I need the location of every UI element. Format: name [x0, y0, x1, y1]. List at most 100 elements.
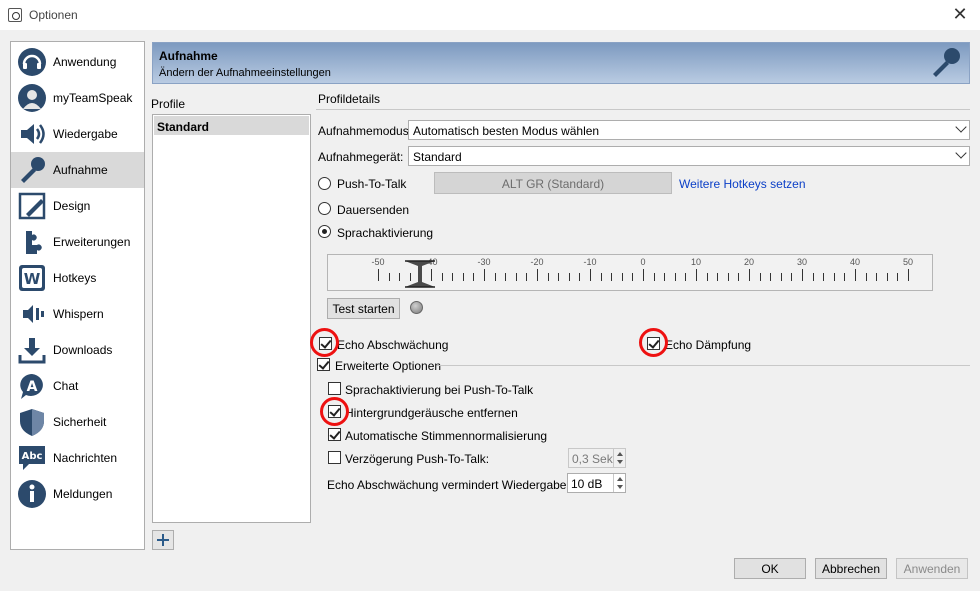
- meter-tick: [664, 273, 666, 281]
- meter-tick: [706, 273, 708, 281]
- meter-tick: [780, 273, 782, 281]
- close-icon[interactable]: ✕: [950, 4, 970, 25]
- sidebar-item-label: Nachrichten: [53, 451, 118, 465]
- add-profile-button[interactable]: [152, 530, 174, 550]
- highlight-ring: [310, 328, 339, 357]
- app-settings-icon: [8, 8, 22, 22]
- chat-icon: A: [20, 374, 43, 399]
- sidebar-item-aufnahme[interactable]: Aufnahme: [11, 152, 144, 188]
- sidebar-item-label: Chat: [53, 379, 79, 393]
- sidebar-item-myteamspeak[interactable]: myTeamSpeak: [11, 80, 144, 116]
- advanced-options-checkbox[interactable]: [317, 358, 330, 371]
- sidebar-item-label: Downloads: [53, 343, 113, 357]
- speaker-icon: [21, 124, 45, 144]
- meter-tick: [696, 269, 697, 281]
- voice-on-ptt-checkbox[interactable]: [328, 382, 341, 395]
- recording-mode-value: Automatisch besten Modus wählen: [413, 124, 600, 138]
- recording-device-label: Aufnahmegerät:: [318, 150, 404, 164]
- shield-icon: [20, 409, 44, 436]
- normalize-checkbox[interactable]: [328, 428, 341, 441]
- more-hotkeys-link[interactable]: Weitere Hotkeys setzen: [679, 177, 806, 191]
- ok-button[interactable]: OK: [734, 558, 806, 579]
- meter-tick: [770, 273, 772, 281]
- echo-reduce-spinbox[interactable]: 10 dB: [567, 473, 626, 493]
- profile-details-label: Profildetails: [318, 92, 381, 106]
- meter-tick: [886, 273, 888, 281]
- push-to-talk-radio[interactable]: [318, 177, 331, 190]
- microphone-icon: [21, 157, 45, 183]
- sidebar-item-label: Anwendung: [53, 55, 117, 69]
- meter-tick-label: -30: [477, 257, 491, 267]
- download-icon: [18, 338, 46, 364]
- sidebar-item-erweiterungen[interactable]: Erweiterungen: [11, 224, 144, 260]
- threshold-slider-handle[interactable]: [402, 257, 438, 291]
- meter-tick: [378, 269, 379, 281]
- meter-tick: [462, 273, 464, 281]
- svg-text:Abc: Abc: [22, 451, 43, 462]
- highlight-ring: [639, 328, 668, 357]
- ptt-delay-label: Verzögerung Push-To-Talk:: [345, 452, 490, 466]
- sidebar-item-hotkeys[interactable]: W Hotkeys: [11, 260, 144, 296]
- meter-tick-label: 30: [796, 257, 808, 267]
- recording-device-select[interactable]: Standard: [408, 146, 970, 166]
- advanced-options-label: Erweiterte Optionen: [335, 359, 442, 373]
- list-item[interactable]: Standard: [154, 116, 309, 135]
- sidebar-item-anwendung[interactable]: Anwendung: [11, 44, 144, 80]
- meter-tick: [526, 273, 528, 281]
- meter-tick: [643, 269, 644, 281]
- chevron-down-icon: [955, 121, 967, 133]
- voice-activation-radio[interactable]: [318, 225, 331, 238]
- sidebar-item-design[interactable]: Design: [11, 188, 144, 224]
- sidebar-item-wiedergabe[interactable]: Wiedergabe: [11, 116, 144, 152]
- headset-icon: [18, 48, 46, 76]
- meter-tick-label: -10: [583, 257, 597, 267]
- recording-mode-select[interactable]: Automatisch besten Modus wählen: [408, 120, 970, 140]
- sidebar-item-chat[interactable]: A Chat: [11, 368, 144, 404]
- profiles-list[interactable]: Standard: [152, 114, 311, 523]
- meter-tick: [399, 273, 401, 281]
- voice-on-ptt-label: Sprachaktivierung bei Push-To-Talk: [345, 383, 534, 397]
- meter-tick: [833, 273, 835, 281]
- echo-reduce-value: 10 dB: [571, 477, 603, 491]
- voice-activation-meter[interactable]: -50-40-30-20-1001020304050: [327, 254, 933, 291]
- ptt-delay-spinbox[interactable]: 0,3 Sek: [568, 448, 626, 468]
- page-header: Aufnahme Ändern der Aufnahmeeinstellunge…: [152, 42, 970, 84]
- puzzle-icon: [26, 231, 42, 254]
- sidebar-item-nachrichten[interactable]: Abc Nachrichten: [11, 440, 144, 476]
- spin-arrows-icon[interactable]: [613, 449, 625, 467]
- meter-tick: [547, 273, 549, 281]
- sidebar-item-downloads[interactable]: Downloads: [11, 332, 144, 368]
- sidebar-item-sicherheit[interactable]: Sicherheit: [11, 404, 144, 440]
- sidebar-item-meldungen[interactable]: Meldungen: [11, 476, 144, 512]
- denoise-label: Hintergrundgeräusche entfernen: [345, 406, 518, 420]
- meter-tick: [674, 273, 676, 281]
- ptt-delay-checkbox[interactable]: [328, 451, 341, 464]
- info-icon: [18, 480, 46, 508]
- meter-tick: [515, 273, 517, 281]
- page-title: Aufnahme: [159, 49, 218, 63]
- sidebar-item-label: myTeamSpeak: [53, 91, 133, 105]
- meter-tick-label: -20: [530, 257, 544, 267]
- ptt-delay-value: 0,3 Sek: [572, 452, 613, 466]
- meter-tick: [738, 273, 740, 281]
- test-start-button[interactable]: Test starten: [327, 298, 400, 319]
- recording-device-value: Standard: [413, 150, 462, 164]
- meter-tick: [505, 273, 507, 281]
- voice-indicator-led: [410, 301, 423, 314]
- hotkey-button[interactable]: ALT GR (Standard): [434, 172, 672, 194]
- spin-arrows-icon[interactable]: [613, 474, 625, 492]
- sidebar-item-label: Design: [53, 199, 91, 213]
- sidebar-item-label: Aufnahme: [53, 163, 108, 177]
- meter-tick: [632, 273, 634, 281]
- meter-tick-label: -50: [371, 257, 385, 267]
- meter-tick: [855, 269, 856, 281]
- apply-button[interactable]: Anwenden: [896, 558, 968, 579]
- cancel-button[interactable]: Abbrechen: [815, 558, 887, 579]
- echo-damp-label: Echo Dämpfung: [665, 338, 752, 352]
- meter-tick: [473, 273, 475, 281]
- meter-tick-label: 40: [849, 257, 861, 267]
- hotkeys-w-icon: W: [19, 265, 45, 291]
- sidebar-item-label: Wiedergabe: [53, 127, 118, 141]
- sidebar-item-whispern[interactable]: Whispern: [11, 296, 144, 332]
- continuous-transmit-radio[interactable]: [318, 202, 331, 215]
